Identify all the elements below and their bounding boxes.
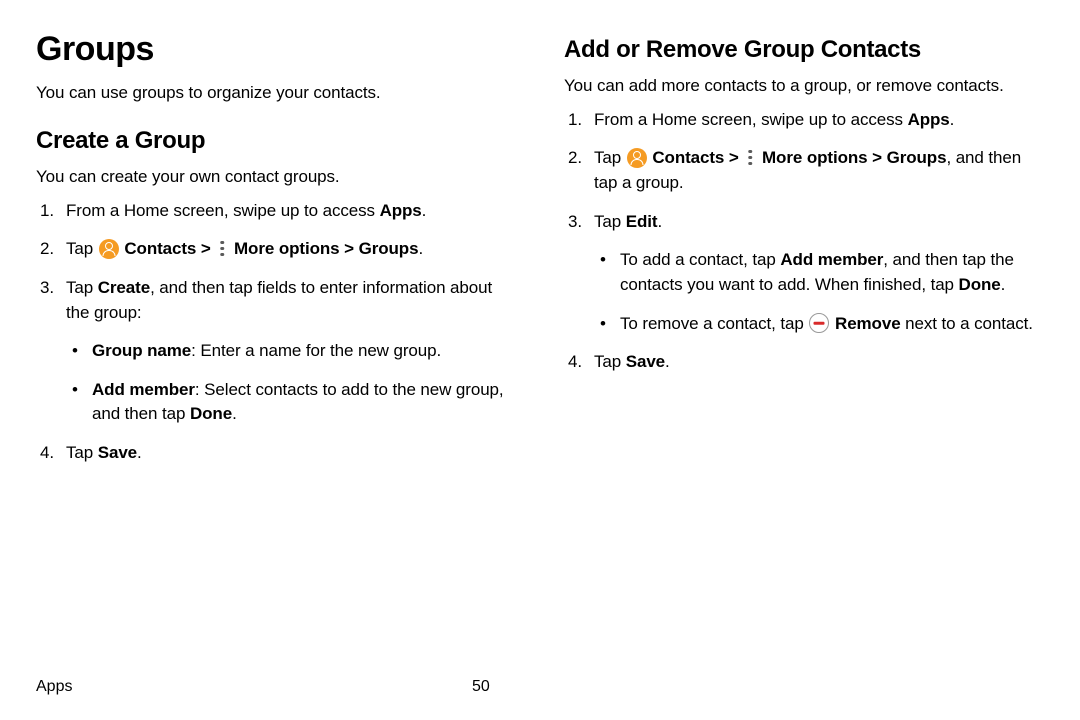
text: . bbox=[137, 443, 142, 462]
page-footer: Apps 50 bbox=[36, 678, 1044, 696]
text: Tap bbox=[594, 212, 626, 231]
step-2: Tap Contacts > More options > Groups. bbox=[36, 237, 516, 262]
bold-contacts: Contacts bbox=[648, 148, 729, 167]
section-intro: You can add more contacts to a group, or… bbox=[564, 74, 1044, 98]
addremove-steps: From a Home screen, swipe up to access A… bbox=[564, 108, 1044, 375]
bullet-add-member: Add member: Select contacts to add to th… bbox=[66, 378, 516, 427]
create-bullets: Group name: Enter a name for the new gro… bbox=[66, 339, 516, 427]
bold-add-member: Add member bbox=[780, 250, 883, 269]
bold-more-options: More options bbox=[229, 239, 344, 258]
bullet-group-name: Group name: Enter a name for the new gro… bbox=[66, 339, 516, 364]
step-3: Tap Create, and then tap fields to enter… bbox=[36, 276, 516, 427]
text: Tap bbox=[66, 239, 98, 258]
bold-apps: Apps bbox=[380, 201, 422, 220]
right-column: Add or Remove Group Contacts You can add… bbox=[564, 30, 1044, 480]
bullet-add-contact: To add a contact, tap Add member, and th… bbox=[594, 248, 1044, 297]
text: Tap bbox=[594, 148, 626, 167]
intro-text: You can use groups to organize your cont… bbox=[36, 81, 516, 105]
text: . bbox=[665, 352, 670, 371]
step-3: Tap Edit. To add a contact, tap Add memb… bbox=[564, 210, 1044, 337]
text: To remove a contact, tap bbox=[620, 314, 808, 333]
text: From a Home screen, swipe up to access bbox=[66, 201, 380, 220]
chevron-icon: > bbox=[729, 148, 739, 167]
text: Tap bbox=[66, 443, 98, 462]
text: next to a contact. bbox=[901, 314, 1033, 333]
create-steps: From a Home screen, swipe up to access A… bbox=[36, 199, 516, 466]
step-1: From a Home screen, swipe up to access A… bbox=[564, 108, 1044, 133]
contacts-icon bbox=[627, 148, 647, 168]
text: : Enter a name for the new group. bbox=[191, 341, 441, 360]
contacts-icon bbox=[99, 239, 119, 259]
bold-groups: Groups bbox=[359, 239, 419, 258]
text: . bbox=[232, 404, 237, 423]
text: To add a contact, tap bbox=[620, 250, 780, 269]
chevron-icon: > bbox=[344, 239, 354, 258]
more-options-icon bbox=[216, 240, 228, 258]
bullet-remove-contact: To remove a contact, tap Remove next to … bbox=[594, 312, 1044, 337]
bold-more-options: More options bbox=[757, 148, 872, 167]
bold-save: Save bbox=[98, 443, 137, 462]
bold-done: Done bbox=[959, 275, 1001, 294]
text: . bbox=[418, 239, 423, 258]
text: . bbox=[950, 110, 955, 129]
bold-remove: Remove bbox=[830, 314, 900, 333]
step-4: Tap Save. bbox=[36, 441, 516, 466]
chevron-icon: > bbox=[201, 239, 211, 258]
bold-apps: Apps bbox=[908, 110, 950, 129]
bold-create: Create bbox=[98, 278, 150, 297]
step-2: Tap Contacts > More options > Groups, an… bbox=[564, 146, 1044, 195]
bold-add-member: Add member bbox=[92, 380, 195, 399]
chevron-icon: > bbox=[872, 148, 882, 167]
step-4: Tap Save. bbox=[564, 350, 1044, 375]
step-1: From a Home screen, swipe up to access A… bbox=[36, 199, 516, 224]
remove-icon bbox=[809, 313, 829, 333]
bold-group-name: Group name bbox=[92, 341, 191, 360]
section-heading-create: Create a Group bbox=[36, 127, 516, 155]
section-heading-addremove: Add or Remove Group Contacts bbox=[564, 36, 1044, 64]
page-title: Groups bbox=[36, 30, 516, 69]
text: Tap bbox=[66, 278, 98, 297]
bold-groups: Groups bbox=[887, 148, 947, 167]
bold-edit: Edit bbox=[626, 212, 658, 231]
text: . bbox=[1001, 275, 1006, 294]
text: Tap bbox=[594, 352, 626, 371]
addremove-bullets: To add a contact, tap Add member, and th… bbox=[594, 248, 1044, 336]
footer-page-number: 50 bbox=[472, 678, 490, 696]
left-column: Groups You can use groups to organize yo… bbox=[36, 30, 516, 480]
bold-save: Save bbox=[626, 352, 665, 371]
footer-section-label: Apps bbox=[36, 678, 72, 696]
text: From a Home screen, swipe up to access bbox=[594, 110, 908, 129]
more-options-icon bbox=[744, 149, 756, 167]
text: . bbox=[422, 201, 427, 220]
text: . bbox=[657, 212, 662, 231]
bold-done: Done bbox=[190, 404, 232, 423]
bold-contacts: Contacts bbox=[120, 239, 201, 258]
section-subtext: You can create your own contact groups. bbox=[36, 165, 516, 189]
content-columns: Groups You can use groups to organize yo… bbox=[36, 30, 1044, 480]
